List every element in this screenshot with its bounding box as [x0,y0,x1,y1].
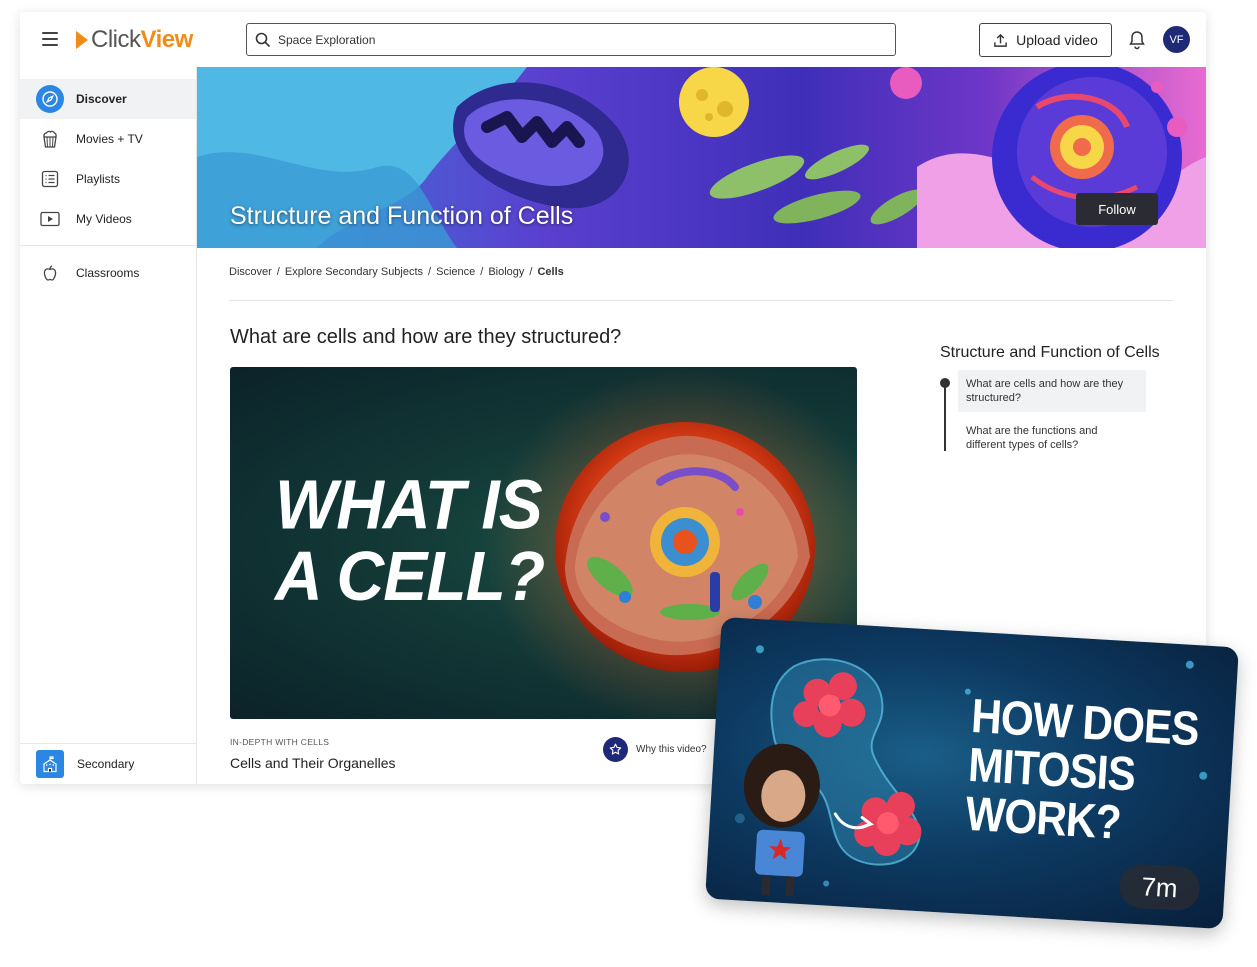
school-building-icon [36,750,64,778]
breadcrumb-separator: / [277,266,280,278]
list-icon [37,166,63,192]
outline-item[interactable]: What are the functions and different typ… [958,417,1146,459]
outline-current-dot [940,378,950,388]
breadcrumb-separator: / [480,266,483,278]
clickview-logo[interactable]: Click View [76,25,193,55]
logo-text-click: Click [91,26,141,54]
breadcrumb-explore-secondary[interactable]: Explore Secondary Subjects [285,266,423,278]
sidebar-item-classrooms[interactable]: Classrooms [20,253,196,293]
logo-text-view: View [141,26,193,54]
thumbnail-title-line: WHAT IS [275,469,544,540]
upload-video-label: Upload video [1016,32,1098,48]
compass-icon [36,85,64,113]
why-this-video-button[interactable]: Why this video? [603,737,707,762]
breadcrumb-current: Cells [537,266,563,278]
top-bar: Click View Upload video VF [20,12,1206,67]
apple-icon [37,260,63,286]
sidebar-item-label: Discover [76,92,127,106]
search-icon [255,32,271,48]
outline-title: Structure and Function of Cells [940,344,1160,362]
popcorn-icon [37,126,63,152]
sidebar-item-my-videos[interactable]: My Videos [20,199,196,239]
breadcrumb-biology[interactable]: Biology [488,266,524,278]
video-title-link[interactable]: Cells and Their Organelles [230,755,396,771]
sidebar-item-movies-tv[interactable]: Movies + TV [20,119,196,159]
upload-icon [993,33,1008,48]
topic-banner: Structure and Function of Cells Follow [197,67,1206,248]
notifications-bell-icon[interactable] [1128,30,1146,50]
secondary-label: Secondary [77,757,134,771]
follow-button[interactable]: Follow [1076,193,1158,225]
why-this-video-label: Why this video? [636,744,707,755]
section-title: What are cells and how are they structur… [230,326,621,349]
breadcrumb-science[interactable]: Science [436,266,475,278]
search-bar [246,23,896,56]
star-icon [603,737,628,762]
sidebar-divider [20,245,196,246]
sidebar-item-playlists[interactable]: Playlists [20,159,196,199]
duration-badge: 7m [1118,863,1200,912]
sidebar-item-discover[interactable]: Discover [20,79,196,119]
outline-timeline-line [944,381,946,451]
sidebar-item-label: Classrooms [76,266,139,280]
breadcrumb-separator: / [428,266,431,278]
sidebar-item-label: Playlists [76,172,120,186]
outline-item-current[interactable]: What are cells and how are they structur… [958,370,1146,412]
logo-play-icon [76,31,88,49]
breadcrumb: Discover / Explore Secondary Subjects / Sc… [229,266,564,278]
thumbnail-title-line: A CELL? [275,540,544,611]
featured-card-title: HOW DOES MITOSIS WORK? [964,692,1200,852]
sidebar-item-label: Movies + TV [76,132,143,146]
breadcrumb-discover[interactable]: Discover [229,266,272,278]
user-avatar[interactable]: VF [1163,26,1190,53]
hamburger-menu-icon[interactable] [42,32,58,46]
breadcrumb-separator: / [529,266,532,278]
search-input[interactable] [278,33,878,47]
sidebar: Discover Movies + TV Playlists My Videos [20,67,197,784]
video-thumbnail-title: WHAT IS A CELL? [275,469,544,612]
sidebar-secondary-switcher[interactable]: Secondary [20,743,196,784]
upload-video-button[interactable]: Upload video [979,23,1112,57]
content-divider [229,300,1173,301]
banner-title: Structure and Function of Cells [230,202,573,231]
featured-video-card[interactable]: HOW DOES MITOSIS WORK? 7m [705,617,1239,929]
play-square-icon [37,206,63,232]
sidebar-item-label: My Videos [76,212,132,226]
video-series-label: IN-DEPTH WITH CELLS [230,737,329,747]
